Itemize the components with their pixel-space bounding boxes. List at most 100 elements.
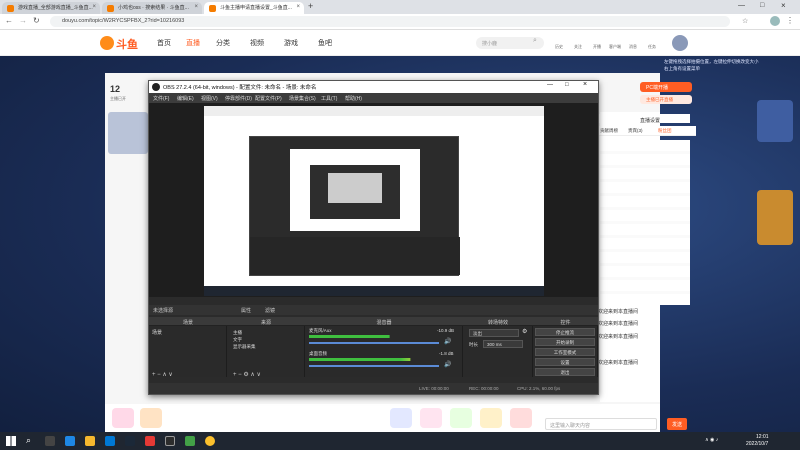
notice-line: 右上角有设置菜单: [664, 66, 700, 71]
tab-fans[interactable]: 粉丝团: [658, 128, 672, 134]
filter-button[interactable]: 滤镜: [265, 307, 275, 314]
menu-docks[interactable]: 停靠部件(D): [225, 95, 252, 102]
start-record-button[interactable]: 开始录制: [535, 338, 595, 346]
gift-icon[interactable]: [480, 408, 502, 428]
nav-home[interactable]: 首页: [157, 38, 171, 48]
mixer-channel-name: 桌面音频: [309, 351, 327, 356]
chat-input[interactable]: 这里输入聊天内容: [545, 418, 657, 430]
windows-start-icon[interactable]: [6, 436, 16, 446]
top-icon-follow[interactable]: 关注: [574, 44, 582, 50]
close-icon[interactable]: ×: [194, 4, 198, 10]
minimize-icon[interactable]: —: [738, 2, 745, 9]
duration-field[interactable]: 300 ms: [483, 340, 523, 348]
forward-icon[interactable]: →: [19, 16, 27, 25]
scene-item[interactable]: 场景: [152, 329, 162, 336]
send-button[interactable]: 发送: [667, 418, 687, 430]
menu-help[interactable]: 帮助(H): [345, 95, 362, 102]
obs-preview[interactable]: [149, 103, 598, 297]
settings-button[interactable]: 设置: [535, 358, 595, 366]
speaker-icon[interactable]: 🔊: [444, 361, 451, 368]
feature-button[interactable]: 主播已开直播: [640, 95, 692, 104]
nav-fishbar[interactable]: 鱼吧: [318, 38, 332, 48]
gift-icon[interactable]: [510, 408, 532, 428]
tab-vip[interactable]: 贵宾(3): [628, 128, 643, 134]
tab-1[interactable]: 游戏直播_全部游戏直播_斗鱼直... ×: [2, 2, 100, 14]
minimize-icon[interactable]: —: [547, 82, 553, 88]
user-avatar[interactable]: [672, 35, 688, 51]
top-icon-message[interactable]: 消息: [629, 44, 637, 50]
chrome-icon[interactable]: [205, 436, 215, 446]
mixer-header: 混音器: [305, 317, 463, 326]
nav-category[interactable]: 分类: [216, 38, 230, 48]
reload-icon[interactable]: ↻: [33, 16, 40, 25]
transition-select[interactable]: 淡出: [469, 329, 519, 337]
tab-rank-weekly[interactable]: 贡献周榜: [600, 128, 618, 134]
task-view-icon[interactable]: [45, 436, 55, 446]
top-icon-broadcast[interactable]: 开播: [593, 44, 601, 50]
gift-icon[interactable]: [140, 408, 162, 428]
obs-icon[interactable]: [165, 436, 175, 446]
close-icon[interactable]: ×: [296, 4, 300, 10]
star-icon[interactable]: ☆: [742, 17, 748, 25]
pc-broadcast-button[interactable]: PC端开播: [640, 82, 692, 92]
store-icon[interactable]: [105, 436, 115, 446]
tab-3-active[interactable]: 斗鱼主播申请直播设置_斗鱼直... ×: [204, 2, 304, 14]
streamer-avatar[interactable]: [108, 112, 148, 154]
props-button[interactable]: 属性: [241, 307, 251, 314]
side-promo-card[interactable]: [757, 190, 793, 245]
source-item[interactable]: 主播: [233, 330, 242, 336]
gift-icon[interactable]: [390, 408, 412, 428]
menu-view[interactable]: 视图(V): [201, 95, 218, 102]
gift-icon[interactable]: [450, 408, 472, 428]
side-promo-card[interactable]: [757, 100, 793, 142]
studio-mode-button[interactable]: 工作室模式: [535, 348, 595, 356]
gift-icon[interactable]: [112, 408, 134, 428]
menu-icon[interactable]: ⋮: [786, 16, 794, 25]
menu-tools[interactable]: 工具(T): [321, 95, 337, 102]
search-icon[interactable]: ⌕: [533, 37, 537, 45]
live-time: LIVE: 00:00:00: [419, 386, 449, 391]
edge-icon[interactable]: [65, 436, 75, 446]
obs-menu-bar: 文件(F) 编辑(E) 视图(V) 停靠部件(D) 配置文件(P) 场景集合(S…: [149, 93, 598, 103]
douyu-logo-icon: [100, 36, 114, 50]
url-field[interactable]: douyu.com/topic/W2RYCSPFBX_2?rid=1021609…: [50, 16, 730, 27]
top-icon-client[interactable]: 客户端: [609, 44, 621, 50]
close-icon[interactable]: ×: [92, 4, 96, 10]
broadcast-settings-label[interactable]: 直播设置: [640, 117, 660, 124]
back-icon[interactable]: ←: [5, 16, 13, 25]
scene-controls[interactable]: + − ∧ ∨: [152, 371, 173, 378]
speaker-icon[interactable]: 🔊: [444, 338, 451, 345]
new-tab-button[interactable]: +: [308, 1, 313, 11]
gift-icon[interactable]: [420, 408, 442, 428]
explorer-icon[interactable]: [85, 436, 95, 446]
nav-video[interactable]: 视频: [250, 38, 264, 48]
steam-icon[interactable]: [125, 436, 135, 446]
close-window-icon[interactable]: ×: [781, 1, 786, 10]
gear-icon[interactable]: ⚙: [522, 328, 527, 335]
exit-button[interactable]: 退出: [535, 368, 595, 376]
wechat-icon[interactable]: [185, 436, 195, 446]
douyu-logo-text[interactable]: 斗鱼: [116, 36, 138, 52]
menu-file[interactable]: 文件(F): [153, 95, 169, 102]
profile-avatar[interactable]: [770, 16, 780, 26]
maximize-icon[interactable]: □: [760, 2, 764, 9]
source-item[interactable]: 显示器采集: [233, 344, 256, 350]
search-icon[interactable]: ⌕: [26, 435, 31, 446]
nav-live[interactable]: 直播: [186, 38, 200, 48]
volume-slider[interactable]: [309, 365, 439, 367]
menu-edit[interactable]: 编辑(E): [177, 95, 194, 102]
volume-slider[interactable]: [309, 342, 439, 344]
close-icon[interactable]: ×: [583, 81, 587, 88]
menu-scene-collection[interactable]: 场景集合(S): [289, 95, 316, 102]
maximize-icon[interactable]: □: [565, 82, 569, 88]
top-icon-history[interactable]: 历史: [555, 44, 563, 50]
nav-game[interactable]: 游戏: [284, 38, 298, 48]
top-icon-task[interactable]: 任务: [648, 44, 656, 50]
source-item[interactable]: 文字: [233, 337, 242, 343]
tab-2[interactable]: 小鸡也oss · 搜索结果 · 斗鱼直... ×: [102, 2, 202, 14]
source-controls[interactable]: + − ⚙ ∧ ∨: [233, 371, 261, 378]
menu-profile[interactable]: 配置文件(P): [255, 95, 282, 102]
stop-stream-button[interactable]: 停止推流: [535, 328, 595, 336]
app-icon[interactable]: [145, 436, 155, 446]
tray-icons[interactable]: ∧ ◉ ♪: [705, 437, 718, 443]
